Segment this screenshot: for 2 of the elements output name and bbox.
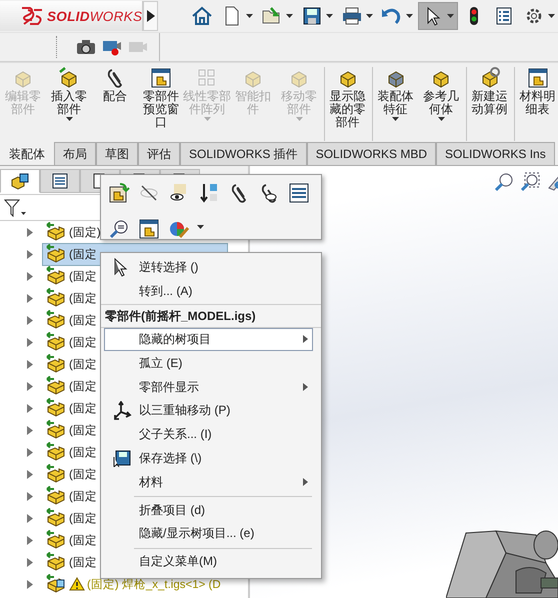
menu-header: 零部件(前摇杆_MODEL.igs)	[101, 304, 321, 328]
logo-text: SOLIDWORKS	[47, 8, 142, 24]
